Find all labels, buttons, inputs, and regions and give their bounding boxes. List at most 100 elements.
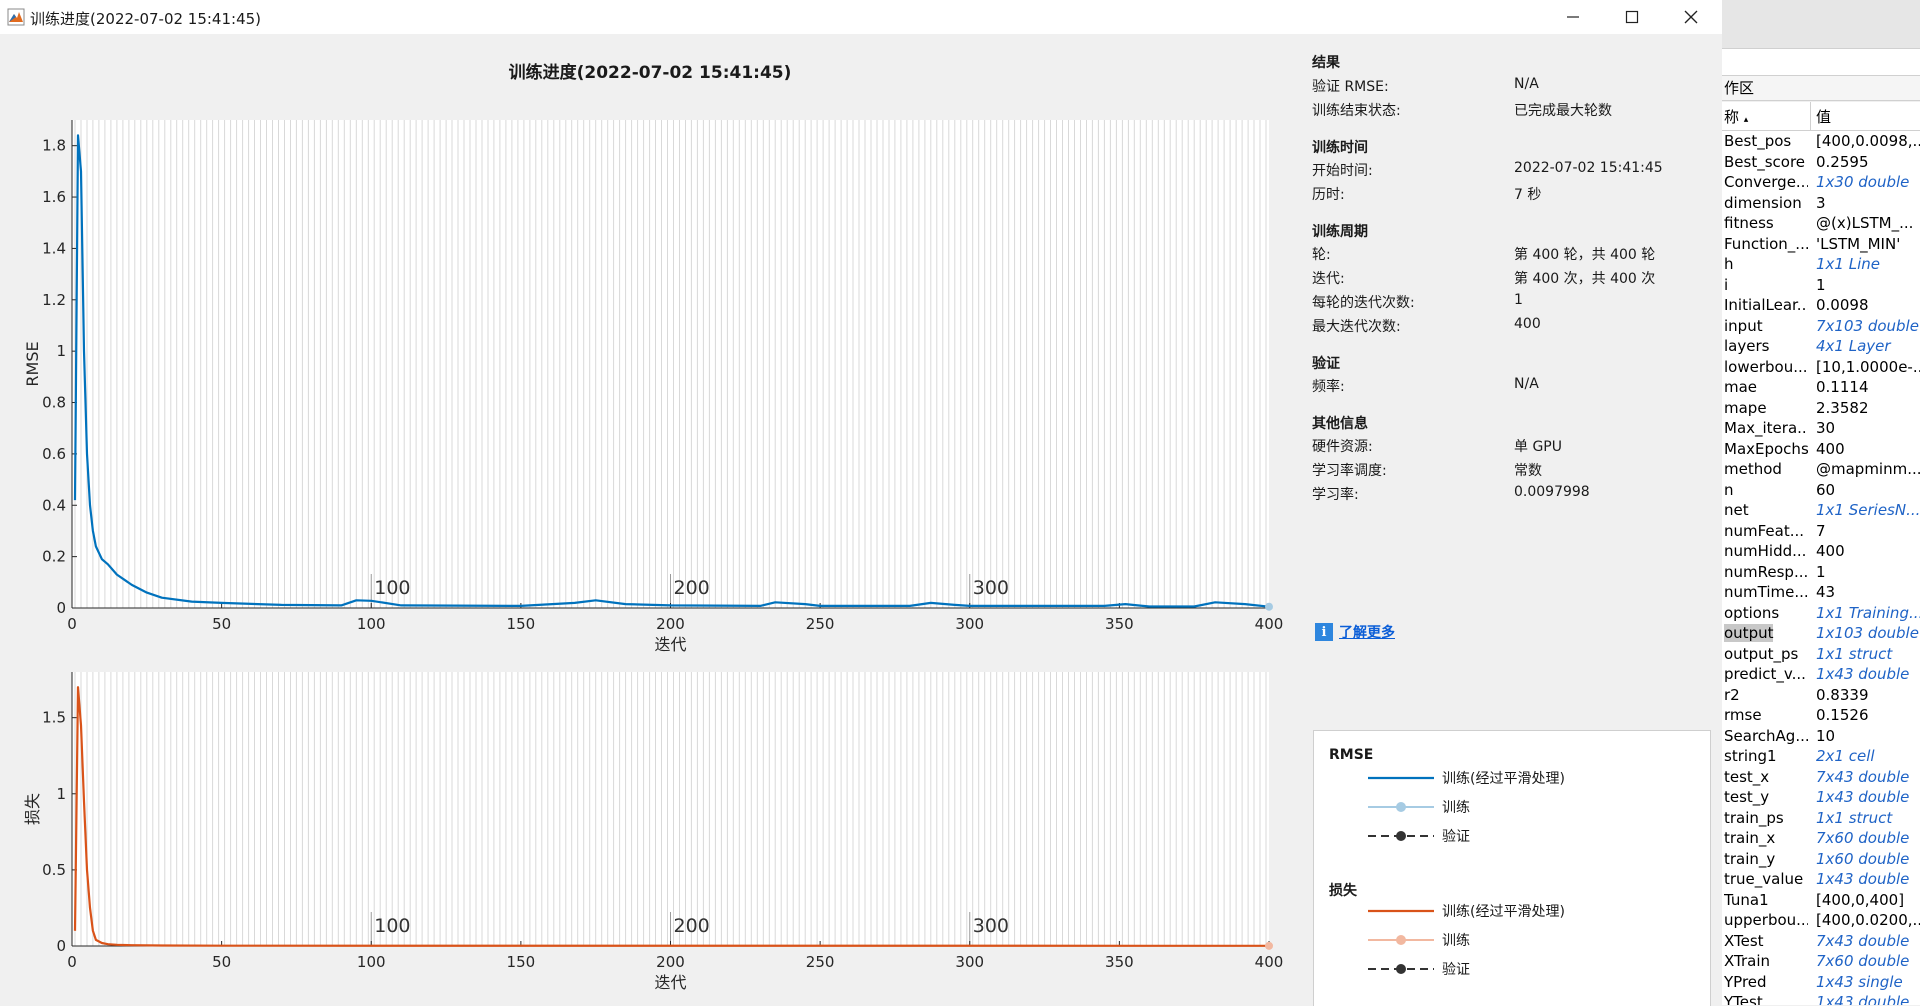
workspace-variable-row[interactable]: InitialLear... 0.0098 xyxy=(1722,295,1920,316)
workspace-variable-row[interactable]: predict_v... 1x43 double xyxy=(1722,664,1920,685)
workspace-variable-row[interactable]: test_x 7x43 double xyxy=(1722,767,1920,788)
variable-value: 1x60 double xyxy=(1816,849,1910,868)
variable-name: h xyxy=(1724,255,1734,273)
workspace-address-bar[interactable] xyxy=(1722,48,1920,76)
variable-value: [400,0.0200,... xyxy=(1816,911,1920,929)
workspace-variable-row[interactable]: numFeat... 7 xyxy=(1722,521,1920,542)
section-title: 训练时间 xyxy=(1312,140,1368,156)
workspace-variable-row[interactable]: Tuna1 [400,0,400] xyxy=(1722,890,1920,911)
workspace-variable-row[interactable]: lowerbou... [10,1.0000e-... xyxy=(1722,357,1920,378)
variable-name: mae xyxy=(1724,378,1758,396)
variable-value: 1x1 Line xyxy=(1816,255,1880,273)
variable-name: SearchAg... xyxy=(1724,726,1808,745)
variable-value: 7x43 double xyxy=(1816,931,1910,950)
learn-more-label[interactable]: 了解更多 xyxy=(1339,622,1395,642)
workspace-variable-row[interactable]: YTest 1x43 double xyxy=(1722,992,1920,1005)
info-icon: i xyxy=(1315,623,1333,641)
legend-label: 训练(经过平滑处理) xyxy=(1442,771,1565,787)
chart-rmse: 100 200 300 0 50 100 150 200 250 300 350 400 0 0.2 0.4… xyxy=(23,120,1283,654)
workspace-variable-row[interactable]: true_value 1x43 double xyxy=(1722,869,1920,890)
y-tick-label: 1.6 xyxy=(42,188,66,206)
workspace-variable-row[interactable]: h 1x1 Line xyxy=(1722,254,1920,275)
epoch-marker-label: 100 xyxy=(374,577,410,599)
workspace-variable-row[interactable]: numTime... 43 xyxy=(1722,582,1920,603)
variable-value: 1x1 SeriesN... xyxy=(1816,501,1920,519)
section-title: 验证 xyxy=(1312,356,1340,372)
workspace-variable-row[interactable]: string1 2x1 cell xyxy=(1722,746,1920,767)
info-label: 训练结束状态: xyxy=(1312,103,1401,119)
legend-swatch xyxy=(1368,802,1434,812)
legend-item: 训练(经过平滑处理) xyxy=(1366,768,1565,788)
workspace-variable-row[interactable]: output_ps 1x1 struct xyxy=(1722,644,1920,665)
workspace-variable-row[interactable]: XTest 7x43 double xyxy=(1722,931,1920,952)
workspace-variable-row[interactable]: mae 0.1114 xyxy=(1722,377,1920,398)
workspace-variable-row[interactable]: input 7x103 double xyxy=(1722,316,1920,337)
legend-label: 训练 xyxy=(1442,933,1470,949)
workspace-variable-row[interactable]: fitness @(x)LSTM_... xyxy=(1722,213,1920,234)
variable-name: numFeat... xyxy=(1724,521,1805,540)
y-tick-label: 1 xyxy=(56,785,66,803)
info-value: N/A xyxy=(1514,376,1539,392)
legend-swatch xyxy=(1368,831,1434,841)
workspace-variable-row[interactable]: layers 4x1 Layer xyxy=(1722,336,1920,357)
column-divider[interactable] xyxy=(1810,102,1811,130)
legend-item: 训练(经过平滑处理) xyxy=(1366,901,1565,921)
workspace-variable-row[interactable]: numResp... 1 xyxy=(1722,562,1920,583)
workspace-variable-row[interactable]: train_ps 1x1 struct xyxy=(1722,808,1920,829)
variable-name: fitness xyxy=(1724,214,1774,232)
workspace-variable-row[interactable]: Converge... 1x30 double xyxy=(1722,172,1920,193)
x-tick-label: 250 xyxy=(806,615,835,633)
legend-item: 验证 xyxy=(1366,826,1470,846)
workspace-variable-row[interactable]: n 60 xyxy=(1722,480,1920,501)
workspace-variable-row[interactable]: dimension 3 xyxy=(1722,193,1920,214)
y-tick-label: 0.4 xyxy=(42,496,66,514)
y-axis-label: 损失 xyxy=(23,793,42,825)
x-tick-label: 0 xyxy=(67,615,77,633)
variable-name: output xyxy=(1724,624,1774,642)
workspace-variable-row[interactable]: r2 0.8339 xyxy=(1722,685,1920,706)
epoch-marker-label: 100 xyxy=(374,915,410,937)
column-header-name[interactable]: 称 ▴ xyxy=(1724,106,1748,127)
workspace-variable-row[interactable]: upperbou... [400,0.0200,... xyxy=(1722,910,1920,931)
workspace-variable-row[interactable]: numHidd... 400 xyxy=(1722,541,1920,562)
workspace-variable-row[interactable]: mape 2.3582 xyxy=(1722,398,1920,419)
workspace-variable-row[interactable]: MaxEpochs 400 xyxy=(1722,439,1920,460)
x-tick-label: 150 xyxy=(507,953,536,971)
info-label: 学习率: xyxy=(1312,487,1359,503)
info-value: 7 秒 xyxy=(1514,187,1542,203)
workspace-variable-row[interactable]: options 1x1 Training... xyxy=(1722,603,1920,624)
variable-name: Function_... xyxy=(1724,234,1808,253)
variable-value: 1x1 Training... xyxy=(1816,603,1920,622)
maximize-button[interactable] xyxy=(1603,0,1661,34)
minimize-button[interactable] xyxy=(1544,0,1602,34)
workspace-variable-row[interactable]: method @mapminm... xyxy=(1722,459,1920,480)
close-button[interactable] xyxy=(1662,0,1720,34)
workspace-variable-row[interactable]: XTrain 7x60 double xyxy=(1722,951,1920,972)
workspace-variable-row[interactable]: train_y 1x60 double xyxy=(1722,849,1920,870)
workspace-variable-row[interactable]: rmse 0.1526 xyxy=(1722,705,1920,726)
workspace-variable-row[interactable]: test_y 1x43 double xyxy=(1722,787,1920,808)
variable-name: layers xyxy=(1724,337,1770,355)
workspace-variable-row[interactable]: net 1x1 SeriesN... xyxy=(1722,500,1920,521)
variable-name: Best_pos xyxy=(1724,132,1792,150)
workspace-variable-row[interactable]: YPred 1x43 single xyxy=(1722,972,1920,993)
workspace-variable-row[interactable]: Function_... 'LSTM_MIN' xyxy=(1722,234,1920,255)
workspace-variable-row[interactable]: SearchAg... 10 xyxy=(1722,726,1920,747)
column-header-value[interactable]: 值 xyxy=(1816,106,1831,127)
variable-name: dimension xyxy=(1724,193,1802,212)
variable-name: i xyxy=(1724,275,1729,294)
workspace-variable-row[interactable]: Max_itera... 30 xyxy=(1722,418,1920,439)
info-value: 常数 xyxy=(1514,463,1542,479)
variable-name: Best_score xyxy=(1724,152,1806,171)
workspace-variable-row[interactable]: i1 xyxy=(1722,275,1920,296)
variable-value: 1 xyxy=(1816,562,1826,581)
maximize-icon xyxy=(1625,10,1639,24)
workspace-variable-row[interactable]: train_x 7x60 double xyxy=(1722,828,1920,849)
workspace-variable-row[interactable]: output 1x103 double xyxy=(1722,623,1920,644)
workspace-variable-row[interactable]: Best_pos [400,0.0098,... xyxy=(1722,131,1920,152)
variable-value: @mapminm... xyxy=(1816,460,1920,478)
workspace-variable-row[interactable]: Best_score 0.2595 xyxy=(1722,152,1920,173)
variable-name: test_y xyxy=(1724,788,1770,806)
legend-item: 训练 xyxy=(1366,930,1470,950)
learn-more-link[interactable]: i 了解更多 xyxy=(1315,622,1395,642)
